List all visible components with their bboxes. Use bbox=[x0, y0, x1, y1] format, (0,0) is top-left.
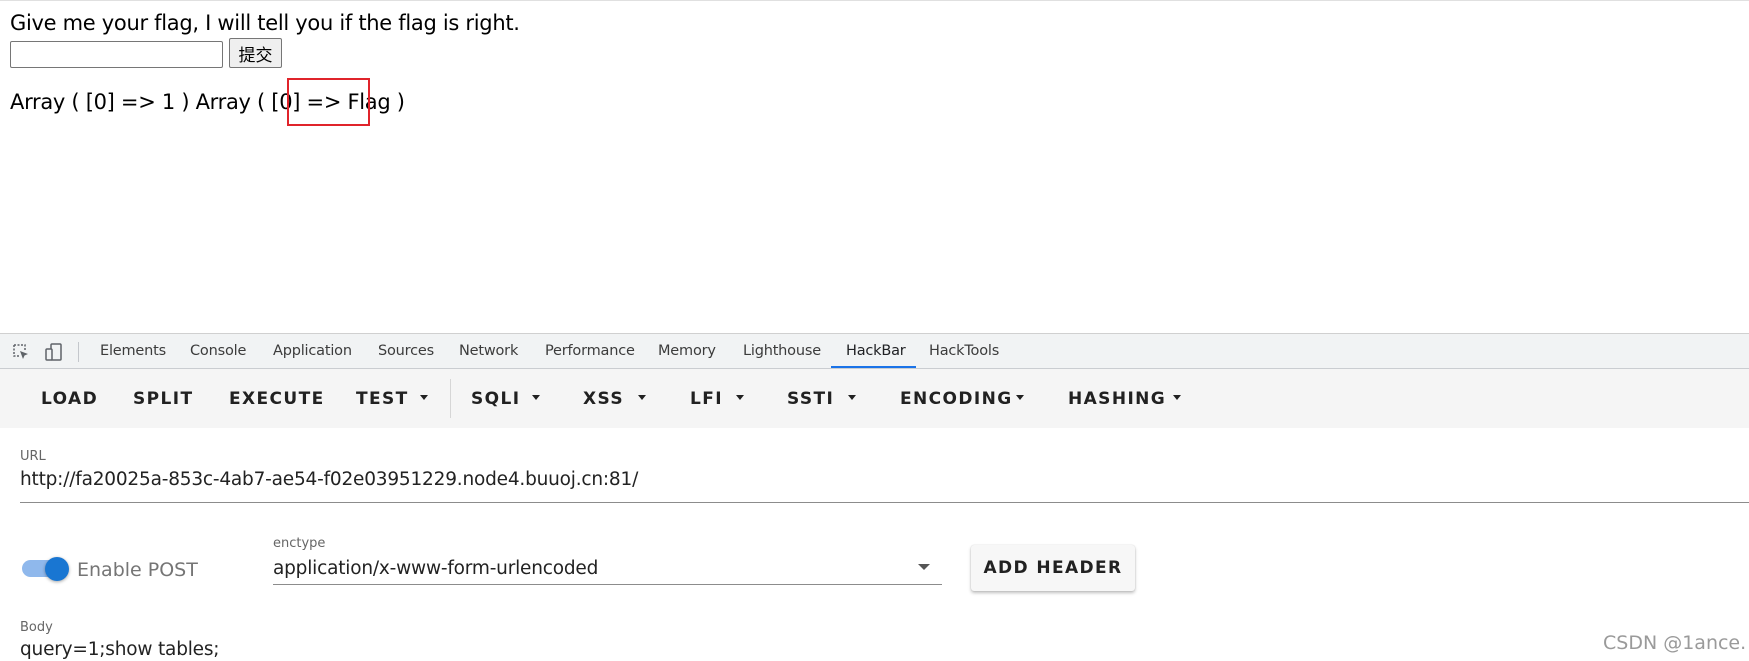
lfi-menu-button[interactable]: LFI bbox=[690, 389, 723, 409]
url-field-underline bbox=[20, 502, 1749, 503]
add-header-button[interactable]: ADD HEADER bbox=[971, 545, 1135, 591]
tab-hacktools[interactable]: HackTools bbox=[929, 343, 999, 359]
enctype-select-underline bbox=[273, 584, 942, 585]
load-button[interactable]: LOAD bbox=[41, 389, 98, 409]
tab-memory[interactable]: Memory bbox=[658, 343, 716, 359]
prompt-text: Give me your flag, I will tell you if th… bbox=[10, 11, 520, 35]
devtools-tab-bar: Elements Console Application Sources Net… bbox=[0, 333, 1749, 369]
enctype-label: enctype bbox=[273, 536, 326, 551]
inspect-element-icon[interactable] bbox=[11, 342, 31, 362]
tab-application[interactable]: Application bbox=[273, 343, 352, 359]
tab-console[interactable]: Console bbox=[190, 343, 246, 359]
tab-lighthouse[interactable]: Lighthouse bbox=[743, 343, 821, 359]
lfi-chevron-down-icon bbox=[736, 395, 744, 400]
hackbar-toolbar: LOAD SPLIT EXECUTE TEST SQLI XSS LFI SST… bbox=[0, 369, 1749, 428]
test-chevron-down-icon bbox=[420, 395, 428, 400]
device-toolbar-icon[interactable] bbox=[44, 342, 64, 362]
hashing-chevron-down-icon bbox=[1173, 395, 1181, 400]
tab-hackbar[interactable]: HackBar bbox=[846, 343, 906, 359]
page-content: Give me your flag, I will tell you if th… bbox=[0, 0, 1749, 333]
xss-chevron-down-icon bbox=[638, 395, 646, 400]
encoding-chevron-down-icon bbox=[1016, 395, 1024, 400]
body-label: Body bbox=[20, 620, 53, 635]
tab-performance[interactable]: Performance bbox=[545, 343, 635, 359]
enable-post-label: Enable POST bbox=[77, 559, 198, 581]
enable-post-toggle-knob[interactable] bbox=[45, 557, 69, 581]
xss-menu-button[interactable]: XSS bbox=[583, 389, 624, 409]
flag-input[interactable] bbox=[10, 41, 223, 68]
encoding-menu-button[interactable]: ENCODING bbox=[900, 389, 1013, 409]
url-field[interactable]: http://fa20025a-853c-4ab7-ae54-f02e03951… bbox=[20, 469, 638, 490]
tab-elements[interactable]: Elements bbox=[100, 343, 166, 359]
tab-sources[interactable]: Sources bbox=[378, 343, 434, 359]
hashing-menu-button[interactable]: HASHING bbox=[1068, 389, 1166, 409]
sqli-menu-button[interactable]: SQLI bbox=[471, 389, 520, 409]
test-menu-button[interactable]: TEST bbox=[356, 389, 409, 409]
ssti-chevron-down-icon bbox=[848, 395, 856, 400]
submit-button[interactable]: 提交 bbox=[229, 38, 282, 68]
ssti-menu-button[interactable]: SSTI bbox=[787, 389, 834, 409]
split-button[interactable]: SPLIT bbox=[133, 389, 193, 409]
body-field[interactable]: query=1;show tables; bbox=[20, 639, 220, 660]
toolbar-separator bbox=[450, 379, 451, 418]
enctype-select[interactable]: application/x-www-form-urlencoded bbox=[273, 558, 598, 579]
enctype-chevron-down-icon[interactable] bbox=[918, 564, 930, 570]
tab-network[interactable]: Network bbox=[459, 343, 518, 359]
execute-button[interactable]: EXECUTE bbox=[229, 389, 325, 409]
annotation-highlight-box bbox=[287, 78, 370, 126]
url-label: URL bbox=[20, 449, 46, 464]
sqli-chevron-down-icon bbox=[532, 395, 540, 400]
watermark: CSDN @1ance. bbox=[1603, 632, 1747, 654]
active-tab-indicator bbox=[831, 366, 916, 368]
tab-separator bbox=[78, 342, 79, 362]
